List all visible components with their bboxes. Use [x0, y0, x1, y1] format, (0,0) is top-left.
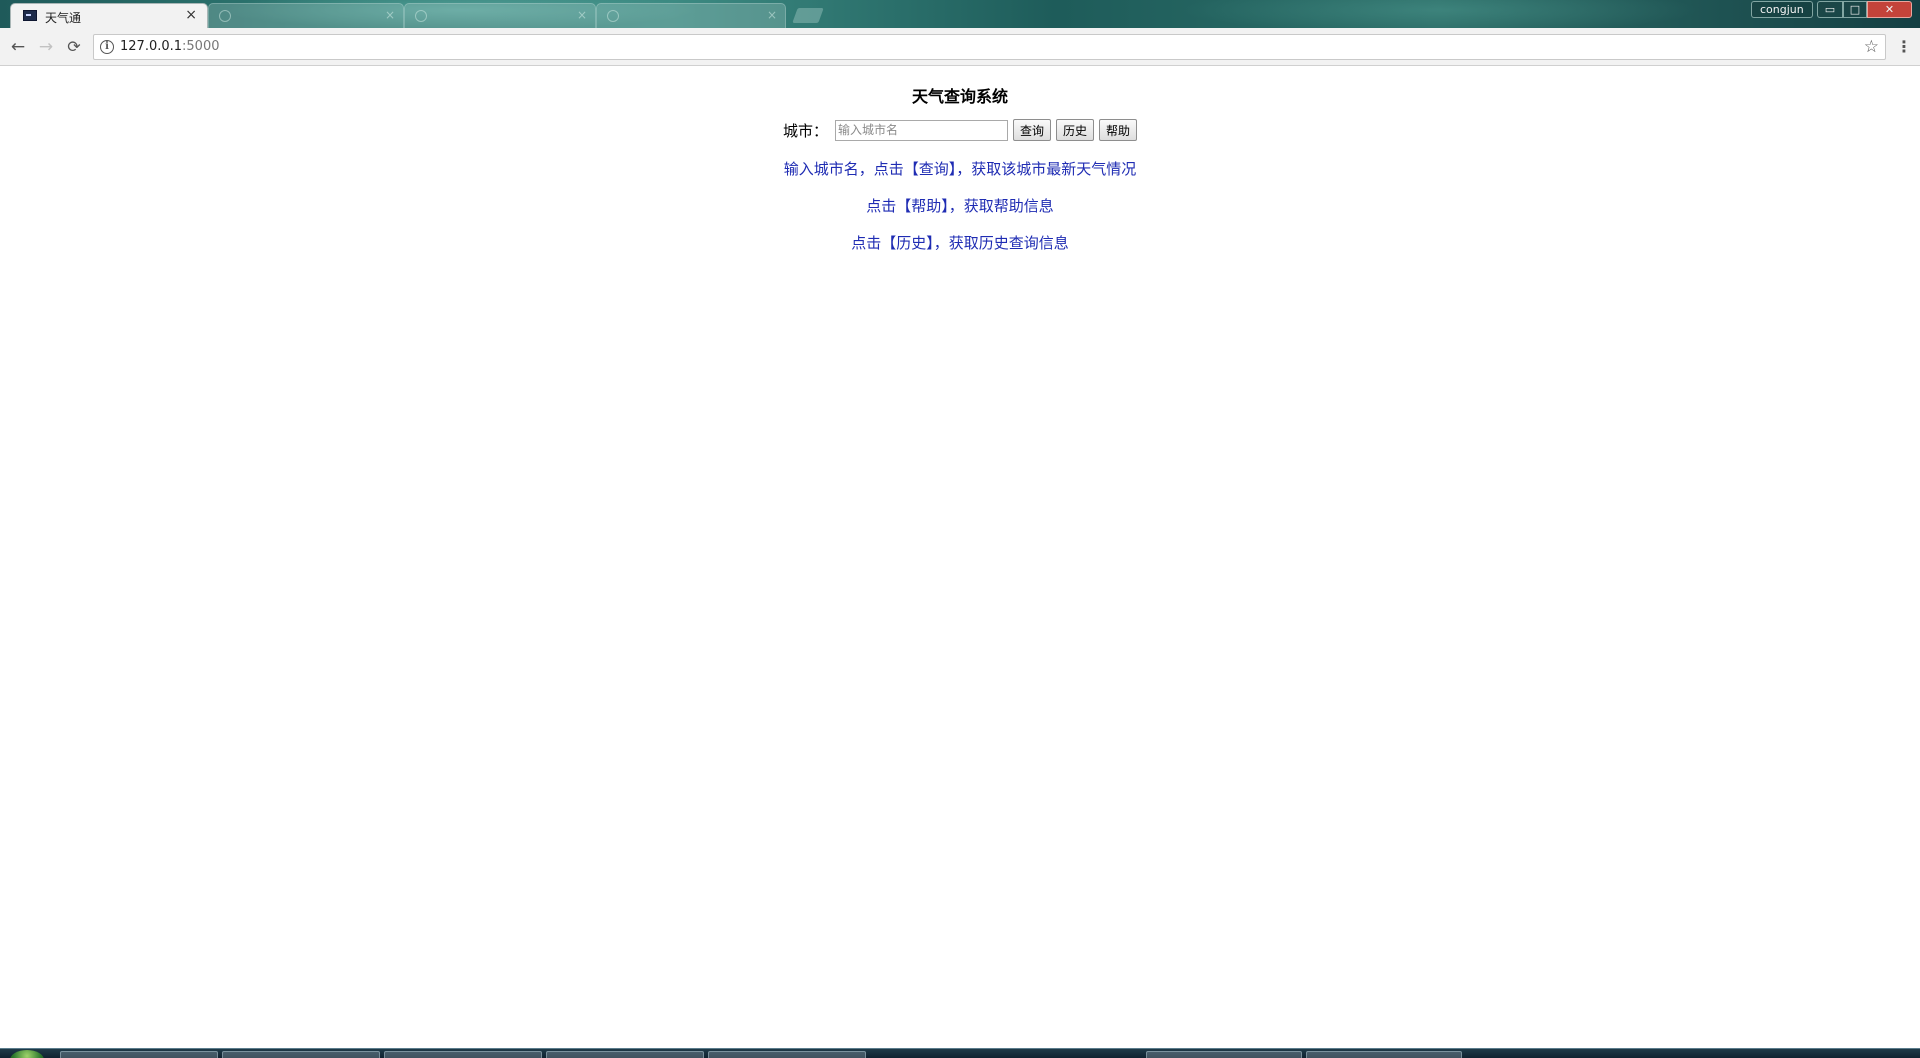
taskbar-item[interactable]: [384, 1051, 542, 1058]
page-content: 天气查询系统 城市： 查询 历史 帮助 输入城市名，点击【查询】，获取该城市最新…: [0, 67, 1920, 1048]
tab-inactive[interactable]: ×: [404, 3, 596, 28]
browser-titlebar: 天气通 × × × × congjun ▭ □ ✕: [0, 0, 1920, 28]
bookmark-star-icon[interactable]: ☆: [1864, 37, 1879, 57]
city-input[interactable]: [834, 119, 1008, 141]
back-arrow-icon[interactable]: ←: [8, 37, 28, 57]
hint-query: 输入城市名，点击【查询】，获取该城市最新天气情况: [783, 160, 1137, 178]
browser-toolbar: ← → ⟳ i 127.0.0.1:5000 ☆ ⋮: [0, 28, 1920, 66]
tab-active[interactable]: 天气通 ×: [10, 3, 208, 28]
hint-history: 点击【历史】，获取历史查询信息: [851, 234, 1069, 252]
url-port: :5000: [182, 39, 220, 54]
query-button[interactable]: 查询: [1012, 119, 1051, 141]
os-taskbar: [0, 1048, 1920, 1058]
tab-close-icon[interactable]: ×: [577, 8, 587, 22]
maximize-window-icon[interactable]: □: [1843, 1, 1867, 18]
help-button[interactable]: 帮助: [1099, 119, 1138, 141]
taskbar-item[interactable]: [708, 1051, 866, 1058]
start-button-icon[interactable]: [10, 1050, 44, 1058]
tab-inactive[interactable]: ×: [596, 3, 786, 28]
tab-close-icon[interactable]: ×: [185, 7, 197, 23]
site-info-icon[interactable]: i: [100, 40, 114, 54]
search-form: 城市： 查询 历史 帮助: [0, 119, 1920, 141]
taskbar-item[interactable]: [546, 1051, 704, 1058]
forward-arrow-icon[interactable]: →: [36, 37, 56, 57]
page-title: 天气查询系统: [911, 87, 1008, 106]
tab-inactive[interactable]: ×: [208, 3, 404, 28]
browser-menu-icon[interactable]: ⋮: [1896, 36, 1912, 58]
new-tab-button[interactable]: [792, 8, 824, 23]
reload-icon[interactable]: ⟳: [64, 37, 84, 57]
taskbar-item[interactable]: [1146, 1051, 1302, 1058]
taskbar-item[interactable]: [60, 1051, 218, 1058]
tab-title: 天气通: [45, 11, 82, 25]
url-text[interactable]: 127.0.0.1:5000: [120, 39, 220, 54]
tab-close-icon[interactable]: ×: [767, 8, 777, 22]
tab-close-icon[interactable]: ×: [385, 8, 395, 22]
minimize-window-icon[interactable]: ▭: [1817, 1, 1843, 18]
url-host: 127.0.0.1: [120, 39, 183, 54]
address-bar[interactable]: i 127.0.0.1:5000 ☆: [93, 34, 1886, 60]
terminal-favicon-icon: [23, 10, 37, 21]
github-favicon-icon: [607, 10, 619, 22]
taskbar-item[interactable]: [222, 1051, 380, 1058]
page-favicon-icon: [219, 10, 231, 22]
city-label: 城市：: [782, 121, 828, 140]
hint-help: 点击【帮助】，获取帮助信息: [866, 197, 1054, 215]
github-favicon-icon: [415, 10, 427, 22]
taskbar-item[interactable]: [1306, 1051, 1462, 1058]
close-window-icon[interactable]: ✕: [1867, 1, 1912, 18]
titlebar-decoration: [1180, 0, 1700, 28]
history-button[interactable]: 历史: [1056, 119, 1095, 141]
profile-user-badge[interactable]: congjun: [1751, 1, 1813, 18]
